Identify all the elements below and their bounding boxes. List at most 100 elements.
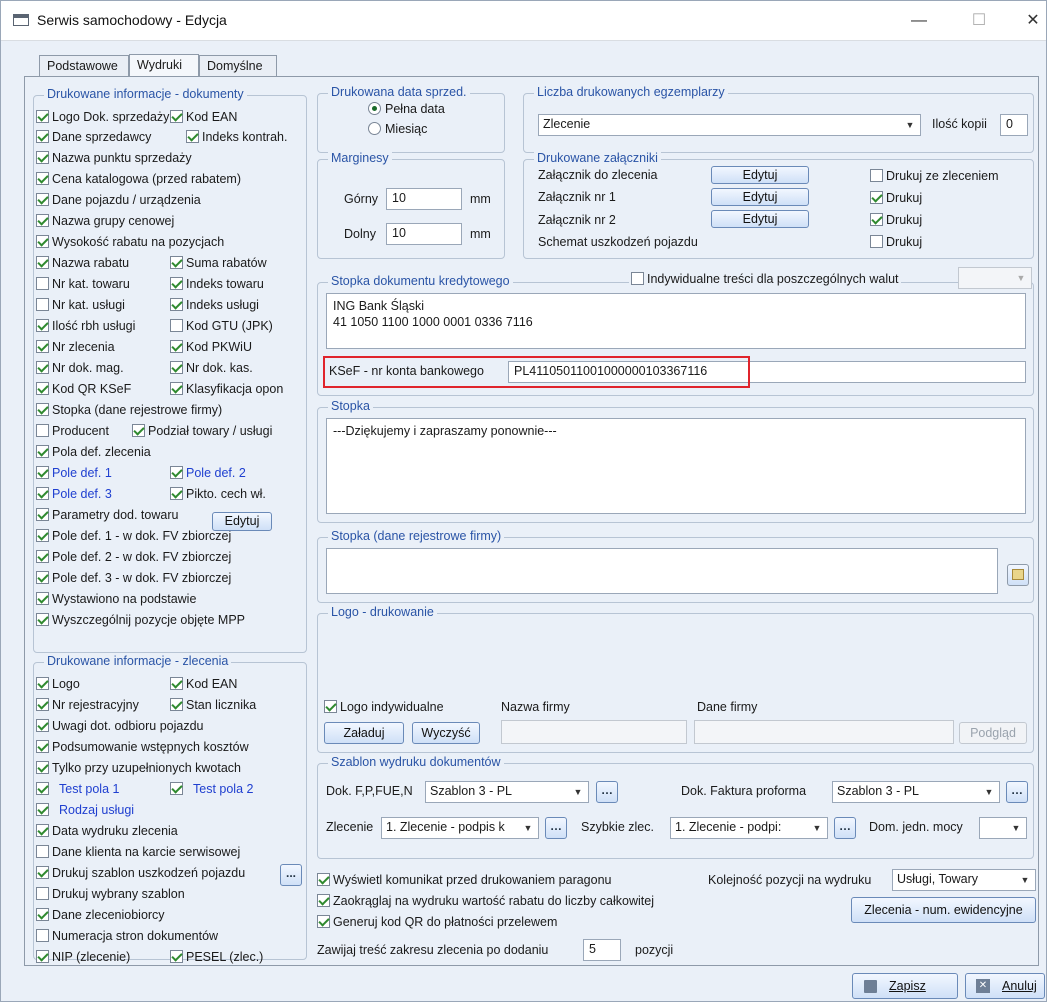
order-info-checkbox[interactable]: Numeracja stron dokumentów [36,927,218,944]
doc-info-checkbox[interactable]: Pikto. cech wł. [170,485,266,502]
close-button[interactable]: ✕ [1021,9,1045,33]
copies-input[interactable]: 0 [1000,114,1028,136]
order-info-checkbox[interactable]: Tylko przy uzupełnionych kwotach [36,759,241,776]
attachment-0-print-checkbox[interactable]: Drukuj ze zleceniem [870,167,999,184]
doc-info-checkbox[interactable]: Dane sprzedawcy [36,128,151,145]
attachment-1-edit-button[interactable]: Edytuj [711,188,809,206]
doc-info-checkbox[interactable]: Wystawiono na podstawie [36,590,196,607]
order-info-checkbox[interactable]: Kod EAN [170,675,237,692]
order-template-select[interactable]: 1. Zlecenie - podpis k ▼ [381,817,539,839]
doc-info-checkbox[interactable]: Suma rabatów [170,254,267,271]
order-info-checkbox[interactable]: Drukuj wybrany szablon [36,885,185,902]
proforma-template-select[interactable]: Szablon 3 - PL ▼ [832,781,1000,803]
footer-text[interactable]: ---Dziękujemy i zapraszamy ponownie--- [326,418,1026,514]
doc-info-checkbox[interactable]: Kod PKWiU [170,338,252,355]
order-info-checkbox[interactable]: Dane klienta na karcie serwisowej [36,843,240,860]
company-name-input[interactable] [501,720,687,744]
order-info-checkbox[interactable]: Logo [36,675,80,692]
doc-params-edit-button[interactable]: Edytuj [212,512,272,531]
doc-info-checkbox[interactable]: Wysokość rabatu na pozycjach [36,233,224,250]
preview-button[interactable]: Podgląd [959,722,1027,744]
order-info-checkbox[interactable]: Dane zleceniobiorcy [36,906,165,923]
tab-domyslne[interactable]: Domyślne [199,55,277,77]
order-info-checkbox[interactable]: Rodzaj usługi [36,801,134,818]
choose-template-button[interactable]: ... [280,864,302,886]
margin-bottom-input[interactable]: 10 [386,223,462,245]
doc-info-checkbox[interactable]: Pole def. 1 - w dok. FV zbiorczej [36,527,231,544]
doc-info-checkbox[interactable]: Nr zlecenia [36,338,115,355]
radio-full-date[interactable]: Pełna data [368,100,445,117]
load-logo-button[interactable]: Załaduj [324,722,404,744]
save-button[interactable]: Zapisz [852,973,958,999]
generate-qr-checkbox[interactable]: Generuj kod QR do płatności przelewem [317,913,557,930]
maximize-button[interactable]: ☐ [967,9,991,33]
doc-info-checkbox[interactable]: Parametry dod. towaru [36,506,178,523]
attachment-1-print-checkbox[interactable]: Drukuj [870,189,922,206]
doc-info-checkbox[interactable]: Indeks usługi [170,296,259,313]
order-info-checkbox[interactable]: Test pola 1 [36,780,119,797]
currency-select[interactable]: ▼ [958,267,1032,289]
attachment-2-print-checkbox[interactable]: Drukuj [870,211,922,228]
order-info-checkbox[interactable]: Stan licznika [170,696,256,713]
order-info-checkbox[interactable]: Uwagi dot. odbioru pojazdu [36,717,204,734]
doc-info-checkbox[interactable]: Cena katalogowa (przed rabatem) [36,170,241,187]
order-info-checkbox[interactable]: Podsumowanie wstępnych kosztów [36,738,249,755]
minimize-button[interactable]: — [907,9,931,33]
orders-numbering-button[interactable]: Zlecenia - num. ewidencyjne [851,897,1036,923]
order-info-checkbox[interactable]: Test pola 2 [170,780,253,797]
proforma-template-more-button[interactable]: … [1006,781,1028,803]
doc-info-checkbox[interactable]: Nr dok. kas. [170,359,253,376]
tab-podstawowe[interactable]: Podstawowe [39,55,129,77]
doc-info-checkbox[interactable]: Pole def. 2 - w dok. FV zbiorczej [36,548,231,565]
doc-info-checkbox[interactable]: Logo Dok. sprzedaży [36,108,169,125]
edit-footer-button[interactable] [1007,564,1029,586]
individual-currency-checkbox[interactable]: Indywidualne treści dla poszczególnych w… [629,270,901,287]
doc-info-checkbox[interactable]: Indeks towaru [170,275,264,292]
doc-info-checkbox[interactable]: Nr dok. mag. [36,359,124,376]
order-info-checkbox[interactable]: Data wydruku zlecenia [36,822,178,839]
doc-info-checkbox[interactable]: Pole def. 1 [36,464,112,481]
doc-info-checkbox[interactable]: Pole def. 3 - w dok. FV zbiorczej [36,569,231,586]
footer-reg-text[interactable] [326,548,998,594]
show-message-checkbox[interactable]: Wyświetl komunikat przed drukowaniem par… [317,871,612,888]
doc-info-checkbox[interactable]: Pole def. 3 [36,485,112,502]
doc-info-checkbox[interactable]: Nr kat. towaru [36,275,130,292]
doc-info-checkbox[interactable]: Producent [36,422,109,439]
doc-info-checkbox[interactable]: Pole def. 2 [170,464,246,481]
doc-info-checkbox[interactable]: Dane pojazdu / urządzenia [36,191,201,208]
doc-info-checkbox[interactable]: Pola def. zlecenia [36,443,151,460]
doc-info-checkbox[interactable]: Nazwa grupy cenowej [36,212,174,229]
wrap-input[interactable]: 5 [583,939,621,961]
quick-order-more-button[interactable]: … [834,817,856,839]
clear-logo-button[interactable]: Wyczyść [412,722,480,744]
doc-info-checkbox[interactable]: Klasyfikacja opon [170,380,283,397]
order-info-checkbox[interactable]: NIP (zlecenie) [36,948,130,965]
quick-order-select[interactable]: 1. Zlecenie - podpi: ▼ [670,817,828,839]
position-order-select[interactable]: Usługi, Towary ▼ [892,869,1036,891]
doc-info-checkbox[interactable]: Ilość rbh usługi [36,317,135,334]
doc-info-checkbox[interactable]: Stopka (dane rejestrowe firmy) [36,401,222,418]
credit-footer-text[interactable]: ING Bank Śląski 41 1050 1100 1000 0001 0… [326,293,1026,349]
cancel-button[interactable]: ✕ Anuluj [965,973,1045,999]
attachment-0-edit-button[interactable]: Edytuj [711,166,809,184]
dok-template-select[interactable]: Szablon 3 - PL ▼ [425,781,589,803]
margin-top-input[interactable]: 10 [386,188,462,210]
doc-info-checkbox[interactable]: Kod GTU (JPK) [170,317,273,334]
doc-info-checkbox[interactable]: Kod QR KSeF [36,380,131,397]
radio-month[interactable]: Miesiąc [368,120,427,137]
doc-info-checkbox[interactable]: Nazwa rabatu [36,254,129,271]
order-info-checkbox[interactable]: Nr rejestracyjny [36,696,139,713]
attachment-2-edit-button[interactable]: Edytuj [711,210,809,228]
attachment-3-print-checkbox[interactable]: Drukuj [870,233,922,250]
order-info-checkbox[interactable]: Drukuj szablon uszkodzeń pojazdu [36,864,245,881]
round-discount-checkbox[interactable]: Zaokrąglaj na wydruku wartość rabatu do … [317,892,654,909]
doc-info-checkbox[interactable]: Wyszczególnij pozycje objęte MPP [36,611,245,628]
doc-info-checkbox[interactable]: Nr kat. usługi [36,296,125,313]
logo-individual-checkbox[interactable]: Logo indywidualne [324,698,444,715]
doc-info-checkbox[interactable]: Podział towary / usługi [132,422,272,439]
doc-info-checkbox[interactable]: Indeks kontrah. [186,128,287,145]
order-template-more-button[interactable]: … [545,817,567,839]
power-unit-select[interactable]: ▼ [979,817,1027,839]
doc-info-checkbox[interactable]: Nazwa punktu sprzedaży [36,149,192,166]
dok-template-more-button[interactable]: … [596,781,618,803]
